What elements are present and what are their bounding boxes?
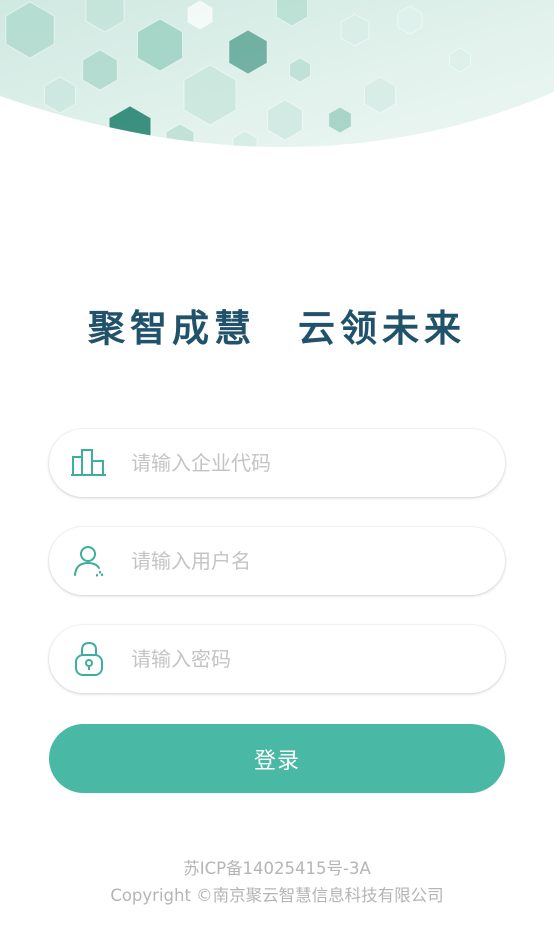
lock-icon bbox=[69, 639, 109, 679]
username-input[interactable] bbox=[131, 541, 471, 581]
user-icon bbox=[69, 541, 109, 581]
header-hexagon-banner bbox=[0, 0, 554, 160]
company-code-field[interactable] bbox=[49, 429, 505, 497]
username-field[interactable] bbox=[49, 527, 505, 595]
company-code-input[interactable] bbox=[131, 443, 471, 483]
slogan-title: 聚智成慧 云领未来 bbox=[88, 307, 466, 350]
password-field[interactable] bbox=[49, 625, 505, 693]
hexagon-background-graphic bbox=[0, 0, 554, 148]
icp-record: 苏ICP备14025415号-3A bbox=[183, 859, 371, 878]
password-input[interactable] bbox=[131, 639, 471, 679]
decorative-hexagon bbox=[2, 119, 38, 148]
building-icon bbox=[69, 443, 109, 483]
login-button[interactable]: 登录 bbox=[49, 724, 505, 793]
copyright-text: Copyright ©南京聚云智慧信息科技有限公司 bbox=[110, 886, 444, 905]
